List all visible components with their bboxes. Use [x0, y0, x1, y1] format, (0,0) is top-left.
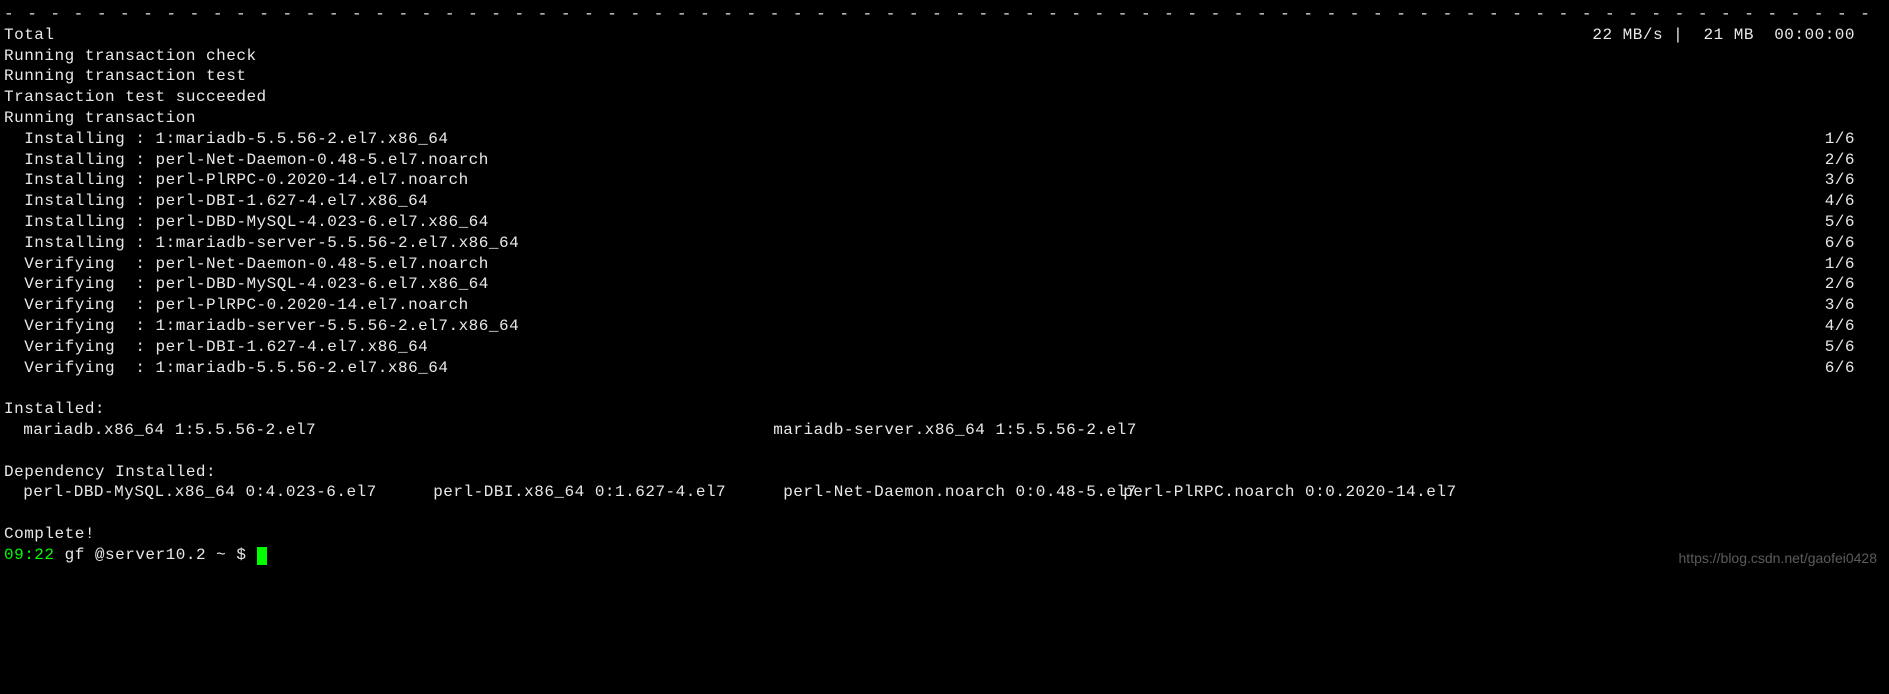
install-row: Installing : perl-Net-Daemon-0.48-5.el7.…: [4, 150, 1885, 171]
installed-header: Installed:: [4, 399, 1885, 420]
install-count: 1/6: [1825, 129, 1885, 150]
installed-pkg: mariadb-server.x86_64 1:5.5.56-2.el7: [773, 420, 1137, 441]
install-row: Installing : perl-PlRPC-0.2020-14.el7.no…: [4, 170, 1885, 191]
verify-count: 5/6: [1825, 337, 1885, 358]
verify-count: 6/6: [1825, 358, 1885, 379]
dep-pkg: perl-DBD-MySQL.x86_64 0:4.023-6.el7: [23, 482, 433, 503]
blank-line: [4, 441, 1885, 462]
dep-pkg: perl-Net-Daemon.noarch 0:0.48-5.el7: [783, 482, 1123, 503]
verify-text: Verifying : 1:mariadb-server-5.5.56-2.el…: [4, 316, 519, 337]
verify-row: Verifying : 1:mariadb-5.5.56-2.el7.x86_6…: [4, 358, 1885, 379]
status-running: Running transaction: [4, 108, 1885, 129]
prompt-time: 09:22: [4, 546, 55, 564]
blank-line: [4, 378, 1885, 399]
verify-count: 1/6: [1825, 254, 1885, 275]
total-row: Total 22 MB/s | 21 MB 00:00:00: [4, 25, 1885, 46]
dep-installed-packages: perl-DBD-MySQL.x86_64 0:4.023-6.el7 perl…: [4, 482, 1885, 503]
verify-text: Verifying : 1:mariadb-5.5.56-2.el7.x86_6…: [4, 358, 448, 379]
shell-prompt[interactable]: 09:22 gf @server10.2 ~ $: [4, 545, 1885, 566]
install-row: Installing : 1:mariadb-server-5.5.56-2.e…: [4, 233, 1885, 254]
verify-row: Verifying : perl-DBI-1.627-4.el7.x86_64 5…: [4, 337, 1885, 358]
watermark-text: https://blog.csdn.net/gaofei0428: [1679, 549, 1877, 567]
dep-pkg: perl-DBI.x86_64 0:1.627-4.el7: [433, 482, 783, 503]
verify-row: Verifying : perl-DBD-MySQL-4.023-6.el7.x…: [4, 274, 1885, 295]
total-stats: 22 MB/s | 21 MB 00:00:00: [1592, 25, 1885, 46]
install-text: Installing : perl-Net-Daemon-0.48-5.el7.…: [4, 150, 489, 171]
installed-packages: mariadb.x86_64 1:5.5.56-2.el7 mariadb-se…: [4, 420, 1885, 441]
install-text: Installing : perl-DBD-MySQL-4.023-6.el7.…: [4, 212, 489, 233]
verify-text: Verifying : perl-PlRPC-0.2020-14.el7.noa…: [4, 295, 469, 316]
verify-text: Verifying : perl-Net-Daemon-0.48-5.el7.n…: [4, 254, 489, 275]
verify-row: Verifying : 1:mariadb-server-5.5.56-2.el…: [4, 316, 1885, 337]
verify-text: Verifying : perl-DBI-1.627-4.el7.x86_64: [4, 337, 428, 358]
verify-count: 4/6: [1825, 316, 1885, 337]
install-row: Installing : perl-DBI-1.627-4.el7.x86_64…: [4, 191, 1885, 212]
cursor-icon: [257, 547, 267, 565]
install-row: Installing : perl-DBD-MySQL-4.023-6.el7.…: [4, 212, 1885, 233]
status-test: Running transaction test: [4, 66, 1885, 87]
install-count: 4/6: [1825, 191, 1885, 212]
install-text: Installing : 1:mariadb-server-5.5.56-2.e…: [4, 233, 519, 254]
dep-pkg: perl-PlRPC.noarch 0:0.2020-14.el7: [1123, 482, 1456, 503]
total-label: Total: [4, 25, 55, 46]
installed-pkg: mariadb.x86_64 1:5.5.56-2.el7: [4, 420, 773, 441]
install-row: Installing : 1:mariadb-5.5.56-2.el7.x86_…: [4, 129, 1885, 150]
install-text: Installing : perl-PlRPC-0.2020-14.el7.no…: [4, 170, 469, 191]
verify-text: Verifying : perl-DBD-MySQL-4.023-6.el7.x…: [4, 274, 489, 295]
verify-count: 2/6: [1825, 274, 1885, 295]
install-count: 3/6: [1825, 170, 1885, 191]
verify-row: Verifying : perl-PlRPC-0.2020-14.el7.noa…: [4, 295, 1885, 316]
install-count: 6/6: [1825, 233, 1885, 254]
verify-count: 3/6: [1825, 295, 1885, 316]
status-check: Running transaction check: [4, 46, 1885, 67]
terminal-output[interactable]: - - - - - - - - - - - - - - - - - - - - …: [0, 0, 1889, 574]
install-count: 2/6: [1825, 150, 1885, 171]
install-text: Installing : 1:mariadb-5.5.56-2.el7.x86_…: [4, 129, 448, 150]
dep-installed-header: Dependency Installed:: [4, 462, 1885, 483]
divider-line: - - - - - - - - - - - - - - - - - - - - …: [4, 4, 1885, 25]
prompt-text: gf @server10.2 ~ $: [55, 546, 257, 564]
status-succeeded: Transaction test succeeded: [4, 87, 1885, 108]
blank-line: [4, 503, 1885, 524]
install-count: 5/6: [1825, 212, 1885, 233]
complete-line: Complete!: [4, 524, 1885, 545]
verify-row: Verifying : perl-Net-Daemon-0.48-5.el7.n…: [4, 254, 1885, 275]
install-text: Installing : perl-DBI-1.627-4.el7.x86_64: [4, 191, 428, 212]
